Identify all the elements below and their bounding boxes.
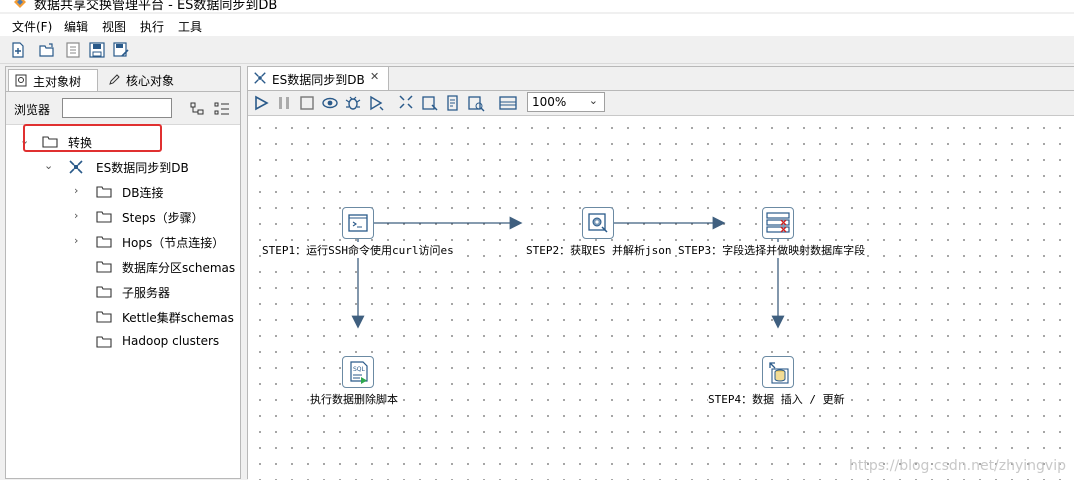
folder-icon bbox=[96, 261, 112, 273]
expand-arrow-icon[interactable]: › bbox=[74, 209, 78, 222]
window-titlebar: 数据共享交换管理平台 - ES数据同步到DB bbox=[0, 0, 1074, 12]
insert-update-icon bbox=[769, 362, 789, 384]
left-panel-tabs: 主对象树 核心对象 bbox=[6, 67, 240, 92]
folder-icon bbox=[96, 186, 112, 198]
step3-node[interactable] bbox=[762, 207, 794, 239]
sql-node[interactable]: SQL bbox=[342, 356, 374, 388]
sql-label: 执行数据删除脚本 bbox=[310, 391, 398, 407]
step3-label: STEP3：字段选择并做映射数据库字段 bbox=[678, 242, 866, 258]
object-tree-panel: 主对象树 核心对象 浏览器 ⌄ 转换 ⌄ ES数据同步到DB › DB连接 › … bbox=[5, 66, 241, 479]
debug-icon[interactable] bbox=[344, 94, 362, 112]
tab-main-label: 主对象树 bbox=[33, 75, 82, 89]
json-input-icon bbox=[588, 213, 608, 233]
highlight-box bbox=[23, 124, 162, 152]
folder-icon bbox=[96, 236, 112, 248]
expand-arrow-icon[interactable]: ⌄ bbox=[44, 159, 53, 172]
transformation-icon bbox=[69, 160, 83, 174]
menu-view[interactable]: 视图 bbox=[102, 18, 126, 35]
close-tab-icon[interactable]: ✕ bbox=[370, 70, 379, 83]
browser-search-input[interactable] bbox=[62, 98, 172, 118]
tree-item-label: Hadoop clusters bbox=[122, 334, 220, 348]
step4-label: STEP4：数据 插入 / 更新 bbox=[708, 391, 845, 407]
tree-search-icon bbox=[15, 74, 27, 87]
impact-icon[interactable] bbox=[421, 94, 439, 112]
menu-tools[interactable]: 工具 bbox=[178, 18, 202, 35]
replay-icon[interactable] bbox=[367, 94, 385, 112]
save-icon[interactable] bbox=[88, 41, 106, 59]
step1-node[interactable] bbox=[342, 207, 374, 239]
tree-item-label: 子服务器 bbox=[122, 286, 171, 300]
expand-arrow-icon[interactable]: › bbox=[74, 184, 78, 197]
tab-core-objects[interactable]: 核心对象 bbox=[102, 69, 182, 90]
tab-transformation[interactable]: ES数据同步到DB ✕ bbox=[248, 67, 389, 90]
collapse-tree-icon[interactable] bbox=[190, 102, 204, 116]
tree-item-label: Kettle集群schemas bbox=[122, 311, 234, 325]
expand-arrow-icon[interactable]: › bbox=[74, 234, 78, 247]
step1-label: STEP1：运行SSH命令使用curl访问es bbox=[262, 242, 454, 258]
transformation-canvas[interactable]: STEP1：运行SSH命令使用curl访问es STEP2：获取ES 并解析js… bbox=[248, 116, 1074, 480]
app-logo-icon bbox=[14, 0, 26, 8]
pencil-icon bbox=[109, 74, 120, 85]
zoom-value: 100% bbox=[532, 95, 567, 109]
watermark: https://blog.csdn.net/zhyingvip bbox=[849, 458, 1066, 474]
menu-run[interactable]: 执行 bbox=[140, 18, 164, 35]
step4-node[interactable] bbox=[762, 356, 794, 388]
hops-layer bbox=[351, 216, 785, 329]
run-icon[interactable] bbox=[252, 94, 270, 112]
folder-icon bbox=[96, 286, 112, 298]
browser-label: 浏览器 bbox=[14, 103, 51, 117]
sql-script-icon[interactable] bbox=[444, 94, 462, 112]
expand-tree-icon[interactable] bbox=[214, 102, 230, 116]
tree-item-label: Hops（节点连接） bbox=[122, 236, 225, 250]
save-as-icon[interactable] bbox=[112, 41, 130, 59]
open-folder-icon[interactable] bbox=[38, 41, 56, 59]
menu-file[interactable]: 文件(F) bbox=[12, 18, 52, 35]
step2-label: STEP2：获取ES 并解析json bbox=[526, 242, 672, 258]
tab-core-label: 核心对象 bbox=[126, 74, 175, 88]
sql-script-icon: SQL bbox=[350, 361, 368, 384]
editor-panel: ES数据同步到DB ✕ 100% ⌄ STEP1：运行SSH命令使用curl访问… bbox=[247, 66, 1074, 480]
canvas-toolbar: 100% ⌄ bbox=[248, 91, 1074, 116]
select-values-icon bbox=[766, 212, 790, 233]
verify-icon[interactable] bbox=[398, 94, 416, 112]
svg-text:SQL: SQL bbox=[353, 366, 366, 373]
tab-title: ES数据同步到DB bbox=[272, 73, 365, 87]
explore-repository-icon[interactable] bbox=[64, 41, 82, 59]
tree-item-label: Steps（步骤） bbox=[122, 211, 204, 225]
tab-main-object-tree[interactable]: 主对象树 bbox=[8, 69, 98, 91]
zoom-select[interactable]: 100% ⌄ bbox=[527, 92, 605, 112]
editor-tabbar: ES数据同步到DB ✕ bbox=[248, 67, 1074, 91]
window-title: 数据共享交换管理平台 - ES数据同步到DB bbox=[34, 0, 278, 12]
folder-icon bbox=[96, 311, 112, 323]
stop-icon[interactable] bbox=[298, 94, 316, 112]
tree-transformation-label: ES数据同步到DB bbox=[96, 161, 189, 175]
main-toolbar bbox=[0, 37, 1074, 64]
transformation-icon bbox=[254, 72, 266, 84]
step2-node[interactable] bbox=[582, 207, 614, 239]
pause-icon[interactable] bbox=[275, 94, 293, 112]
new-file-icon[interactable] bbox=[9, 41, 27, 59]
folder-icon bbox=[96, 336, 112, 348]
browser-search-row: 浏览器 bbox=[6, 92, 240, 125]
tree-item-label: DB连接 bbox=[122, 186, 164, 200]
explore-db-icon[interactable] bbox=[467, 94, 485, 112]
chevron-down-icon: ⌄ bbox=[588, 94, 598, 107]
tree-item-label: 数据库分区schemas bbox=[122, 261, 236, 275]
menu-bar: 文件(F) 编辑 视图 执行 工具 bbox=[0, 14, 1074, 36]
show-results-icon[interactable] bbox=[499, 94, 517, 112]
folder-icon bbox=[96, 211, 112, 223]
preview-icon[interactable] bbox=[321, 94, 339, 112]
menu-edit[interactable]: 编辑 bbox=[64, 18, 88, 35]
terminal-icon bbox=[348, 214, 368, 232]
